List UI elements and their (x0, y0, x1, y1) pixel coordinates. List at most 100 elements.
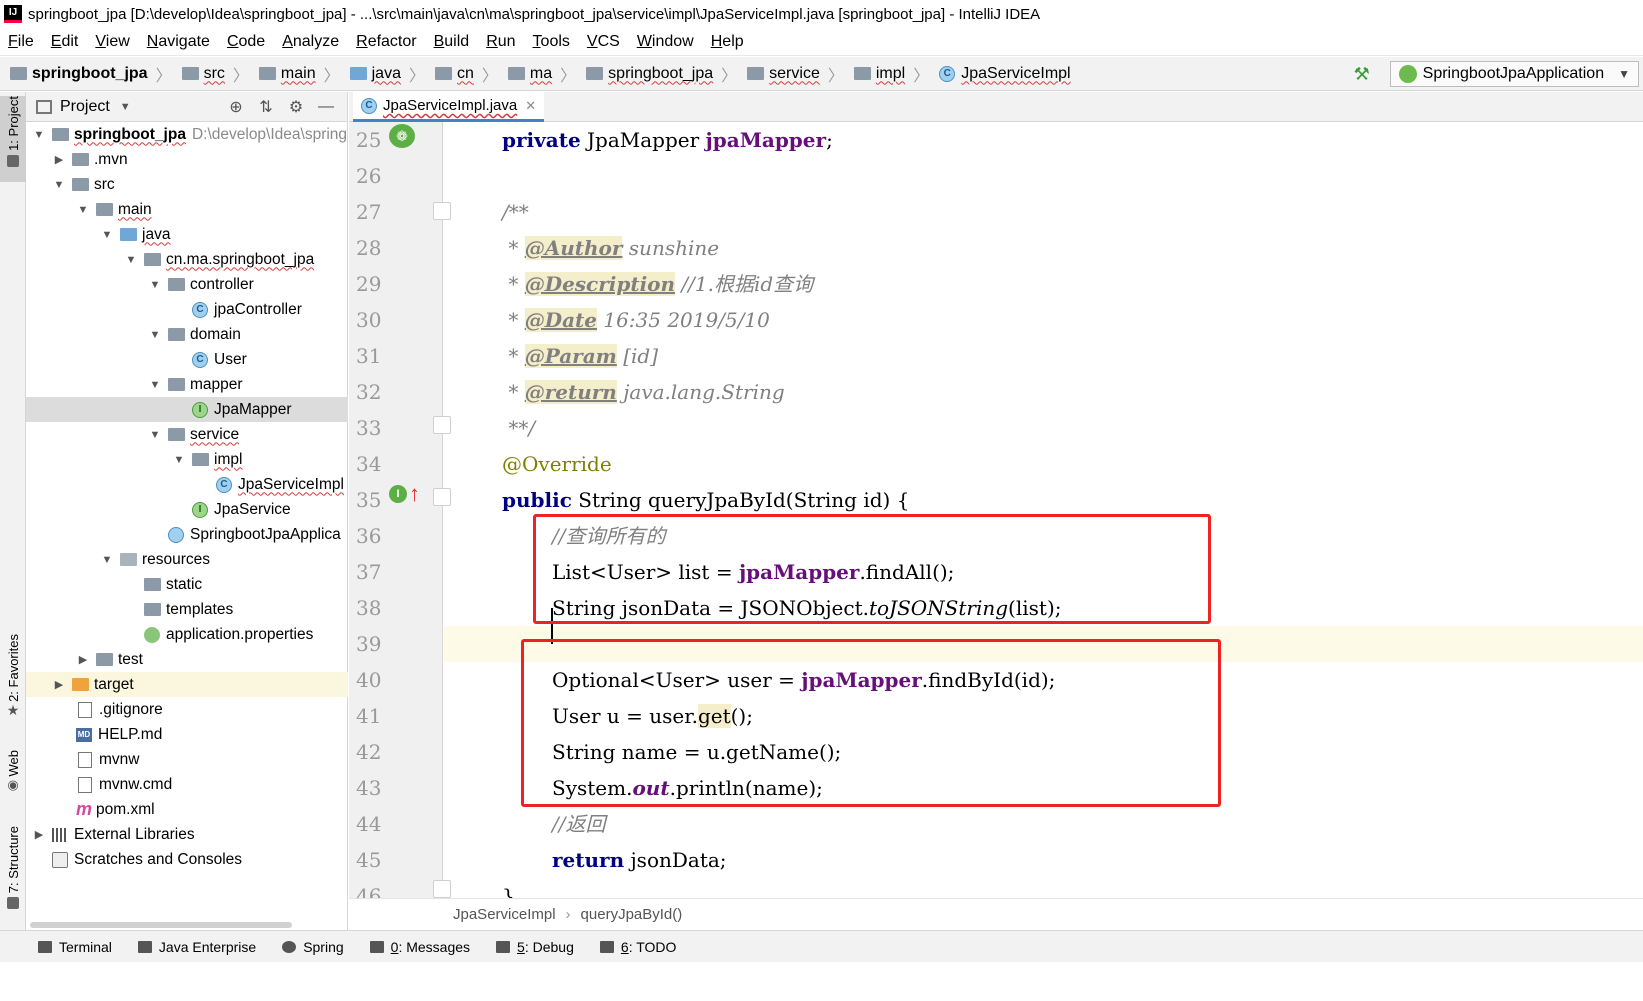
tree-node-external-libraries[interactable]: ▶ External Libraries (26, 822, 348, 847)
structure-tool-button[interactable]: 7: Structure (0, 826, 26, 922)
menu-build[interactable]: Build (426, 33, 479, 51)
chevron-down-icon[interactable]: ▼ (148, 379, 162, 391)
chevron-right-icon[interactable]: ▶ (76, 653, 90, 666)
tree-node-impl[interactable]: ▼ impl (26, 447, 348, 472)
editor-tab-jpaserviceimpl[interactable]: C JpaServiceImpl.java ✕ (353, 92, 545, 122)
tree-node-application-properties[interactable]: application.properties (26, 622, 348, 647)
chevron-right-icon[interactable]: ▶ (52, 153, 66, 166)
tree-node-java[interactable]: ▼ java (26, 222, 348, 247)
crumb-cn[interactable]: cn 〉 (425, 62, 498, 86)
web-tool-button[interactable]: Web ◉ (0, 750, 26, 802)
chevron-down-icon[interactable]: ▼ (32, 129, 46, 141)
crumb-main[interactable]: main 〉 (249, 62, 340, 86)
crumb-impl[interactable]: impl 〉 (844, 62, 929, 86)
chevron-down-icon[interactable]: ▼ (100, 229, 114, 241)
tree-node-domain[interactable]: ▼ domain (26, 322, 348, 347)
menu-run[interactable]: Run (478, 33, 524, 51)
tree-node-pom-xml[interactable]: m pom.xml (26, 797, 348, 822)
chevron-right-icon: 〉 (481, 67, 498, 85)
breadcrumb-class[interactable]: JpaServiceImpl (453, 906, 556, 923)
java-enterprise-tool-button[interactable]: Java Enterprise (137, 939, 256, 955)
menu-help[interactable]: Help (703, 33, 753, 51)
crumb-class[interactable]: C JpaServiceImpl (929, 65, 1071, 83)
favorites-tool-button[interactable]: 2: Favorites ★ (0, 634, 26, 730)
tree-node-static[interactable]: static (26, 572, 348, 597)
chevron-down-icon[interactable]: ▼ (124, 254, 138, 266)
tree-node-scratches[interactable]: Scratches and Consoles (26, 847, 348, 872)
tree-node-templates[interactable]: templates (26, 597, 348, 622)
tree-node-gitignore[interactable]: .gitignore (26, 697, 348, 722)
editor-breadcrumbs: JpaServiceImpl › queryJpaById() (349, 898, 1643, 930)
horizontal-scrollbar[interactable] (30, 922, 292, 928)
project-tool-button[interactable]: 1: Project (0, 96, 26, 182)
crumb-project[interactable]: springboot_jpa 〉 (0, 62, 172, 86)
tree-node-mapper[interactable]: ▼ mapper (26, 372, 348, 397)
menu-edit[interactable]: Edit (43, 33, 88, 51)
tree-node-root[interactable]: ▼ springboot_jpa D:\develop\Idea\spring (26, 122, 348, 147)
chevron-down-icon[interactable]: ▼ (120, 101, 131, 113)
close-icon[interactable]: ✕ (525, 98, 536, 114)
tree-node-application-class[interactable]: SpringbootJpaApplica (26, 522, 348, 547)
debug-tool-button[interactable]: 5: Debug (496, 939, 574, 955)
tree-node-package[interactable]: ▼ cn.ma.springboot_jpa (26, 247, 348, 272)
breadcrumb-method[interactable]: queryJpaById() (581, 906, 683, 923)
tree-node-mvnw-cmd[interactable]: mvnw.cmd (26, 772, 348, 797)
menu-view[interactable]: View (87, 33, 138, 51)
tree-node-jpaservice[interactable]: I JpaService (26, 497, 348, 522)
chevron-down-icon[interactable]: ▼ (148, 329, 162, 341)
tree-node-jpamapper[interactable]: I JpaMapper (26, 397, 348, 422)
chevron-right-icon[interactable]: ▶ (52, 678, 66, 691)
messages-tool-button[interactable]: 0: Messages (369, 939, 470, 955)
menu-analyze[interactable]: Analyze (274, 33, 348, 51)
tree-node-controller[interactable]: ▼ controller (26, 272, 348, 297)
chevron-down-icon[interactable]: ▼ (172, 454, 186, 466)
run-configuration-dropdown[interactable]: SpringbootJpaApplication ▼ (1389, 61, 1639, 87)
terminal-tool-button[interactable]: Terminal (38, 939, 112, 955)
chevron-down-icon[interactable]: ▼ (52, 179, 66, 191)
tree-node-mvn[interactable]: ▶ .mvn (26, 147, 348, 172)
menu-window[interactable]: Window (629, 33, 703, 51)
todo-tool-button[interactable]: 6: TODO (599, 939, 676, 955)
project-view-selector[interactable]: Project (60, 98, 110, 116)
folder-icon (144, 603, 161, 616)
spring-bean-icon[interactable]: ❁ (389, 124, 415, 148)
chevron-down-icon[interactable]: ▼ (148, 429, 162, 441)
line-number: 27 (356, 200, 382, 224)
crumb-java[interactable]: java 〉 (340, 62, 425, 86)
tree-node-resources[interactable]: ▼ resources (26, 547, 348, 572)
build-hammer-icon[interactable]: ⚒ (1354, 65, 1372, 83)
tree-node-test[interactable]: ▶ test (26, 647, 348, 672)
crumb-package[interactable]: springboot_jpa 〉 (576, 62, 737, 86)
menu-file[interactable]: File (0, 33, 43, 51)
chevron-down-icon[interactable]: ▼ (76, 204, 90, 216)
tree-node-jpacontroller[interactable]: CjpaController (26, 297, 348, 322)
tree-node-help-md[interactable]: MD HELP.md (26, 722, 348, 747)
menu-navigate[interactable]: Navigate (139, 33, 219, 51)
tree-node-user[interactable]: C User (26, 347, 348, 372)
tree-node-main[interactable]: ▼ main (26, 197, 348, 222)
spring-tool-button[interactable]: Spring (282, 939, 344, 955)
locate-icon[interactable]: ⊕ (221, 97, 251, 117)
menu-vcs[interactable]: VCS (579, 33, 629, 51)
menu-tools[interactable]: Tools (525, 33, 579, 51)
crumb-src[interactable]: src 〉 (172, 62, 249, 86)
tree-node-service[interactable]: ▼ service (26, 422, 348, 447)
menu-code[interactable]: Code (219, 33, 274, 51)
implements-method-icon[interactable]: I ↑ (389, 483, 420, 505)
code-area[interactable]: private JpaMapper jpaMapper; /** * @Auth… (444, 122, 1643, 898)
menu-refactor[interactable]: Refactor (348, 33, 425, 51)
tree-node-jpaserviceimpl[interactable]: C JpaServiceImpl (26, 472, 348, 497)
crumb-service[interactable]: service 〉 (737, 62, 844, 86)
tree-node-target[interactable]: ▶ target (26, 672, 348, 697)
collapse-all-icon[interactable]: ⇅ (251, 97, 281, 117)
gear-icon[interactable]: ⚙ (281, 97, 311, 117)
tree-node-src[interactable]: ▼ src (26, 172, 348, 197)
text-file-icon (78, 776, 92, 793)
chevron-down-icon[interactable]: ▼ (148, 279, 162, 291)
folder-icon (586, 67, 604, 80)
chevron-right-icon[interactable]: ▶ (32, 828, 46, 841)
minimize-icon[interactable]: — (311, 98, 341, 116)
tree-node-mvnw[interactable]: mvnw (26, 747, 348, 772)
chevron-down-icon[interactable]: ▼ (100, 554, 114, 566)
crumb-ma[interactable]: ma 〉 (498, 62, 576, 86)
